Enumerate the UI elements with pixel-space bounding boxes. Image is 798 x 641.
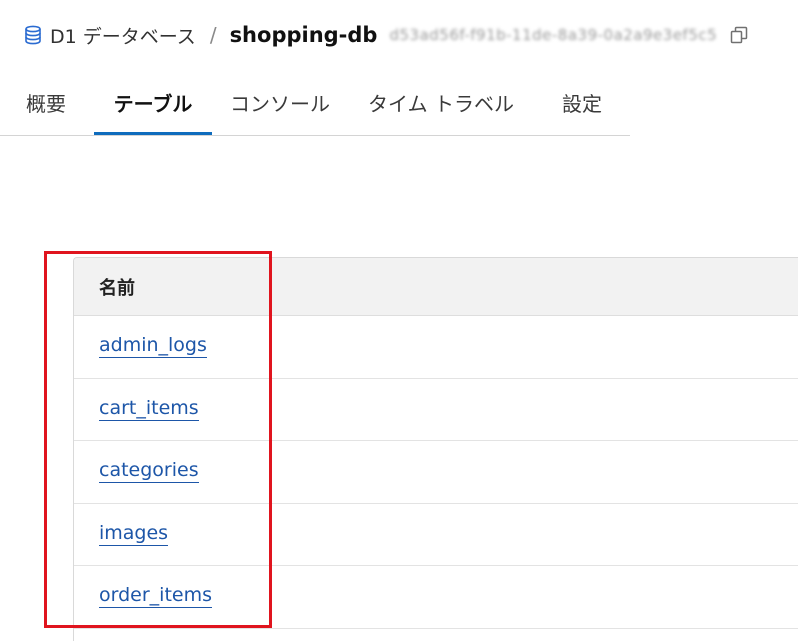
table-link-order-items[interactable]: order_items <box>99 584 212 609</box>
tables-table: 名前 admin_logs cart_items categories imag… <box>73 257 798 641</box>
tab-settings[interactable]: 設定 <box>544 70 620 134</box>
database-icon <box>24 25 42 45</box>
table-link-admin-logs[interactable]: admin_logs <box>99 334 207 359</box>
table-row: categories <box>74 441 798 504</box>
breadcrumb-parent-link[interactable]: D1 データベース <box>50 22 196 49</box>
table-link-cart-items[interactable]: cart_items <box>99 397 199 421</box>
tab-overview[interactable]: 概要 <box>10 70 82 134</box>
table-row: admin_logs <box>74 316 798 379</box>
column-header-name: 名前 <box>74 258 798 316</box>
tab-bar: 概要 テーブル コンソール タイム トラベル 設定 <box>0 70 630 136</box>
database-id: d53ad56f-f91b-11de-8a39-0a2a9e3ef5c5 <box>389 26 718 44</box>
table-row: cart_items <box>74 379 798 441</box>
table-row: order_items <box>74 566 798 629</box>
breadcrumb-separator: / <box>209 23 217 47</box>
tab-console[interactable]: コンソール <box>222 70 338 134</box>
copy-icon[interactable] <box>729 25 749 45</box>
table-link-images[interactable]: images <box>99 522 169 546</box>
tab-time-travel[interactable]: タイム トラベル <box>358 70 524 134</box>
active-tab-indicator <box>94 132 212 135</box>
database-name: shopping-db <box>229 23 378 47</box>
table-link-categories[interactable]: categories <box>99 459 199 484</box>
tab-tables[interactable]: テーブル <box>94 70 212 134</box>
breadcrumb: D1 データベース / shopping-db d53ad56f-f91b-11… <box>24 18 749 52</box>
table-row: images <box>74 504 798 566</box>
